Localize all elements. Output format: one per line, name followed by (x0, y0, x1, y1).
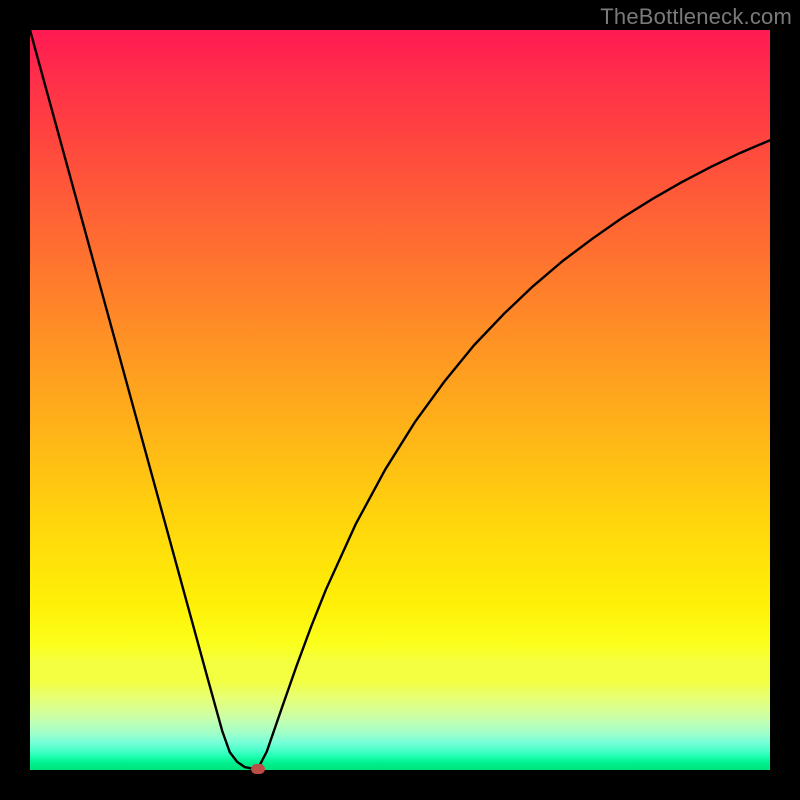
chart-frame: TheBottleneck.com (0, 0, 800, 800)
bottleneck-curve (30, 30, 770, 770)
plot-area (30, 30, 770, 770)
optimal-point-marker (251, 764, 265, 774)
watermark-text: TheBottleneck.com (600, 4, 792, 30)
